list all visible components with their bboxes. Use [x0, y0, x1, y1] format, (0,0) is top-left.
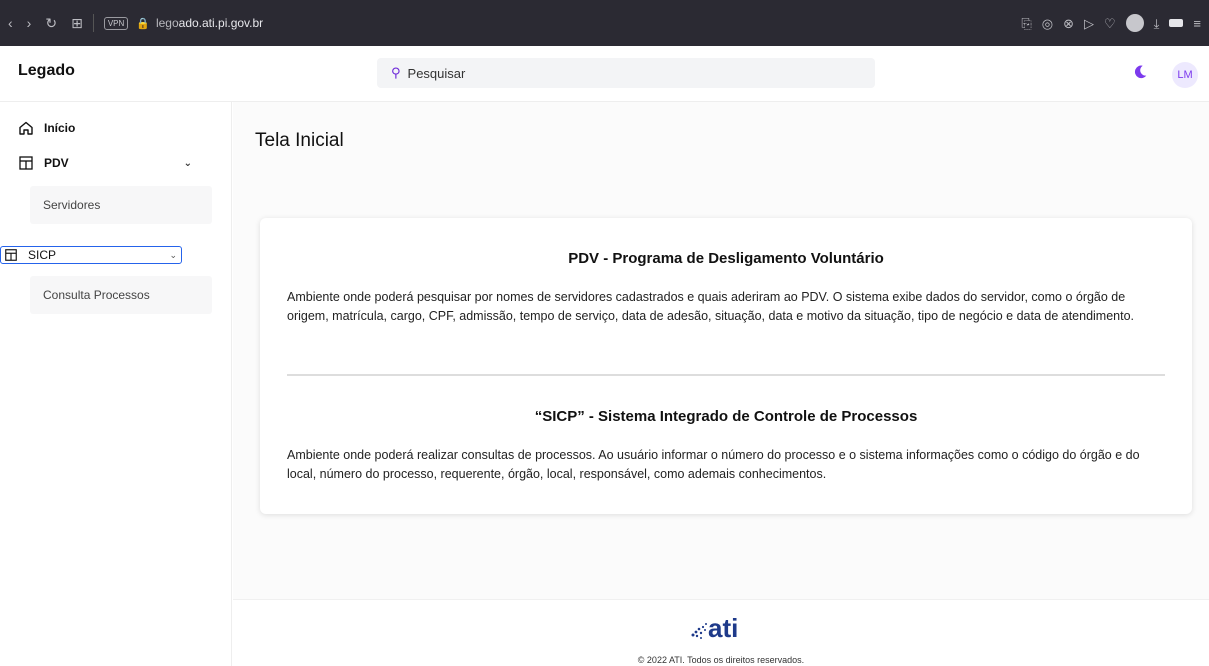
- app-logo[interactable]: Legado: [18, 62, 75, 80]
- menu-icon[interactable]: ≡: [1193, 17, 1201, 30]
- moon-icon[interactable]: [1131, 63, 1149, 81]
- download-icon[interactable]: ⤓: [1154, 17, 1160, 30]
- home-icon: [19, 121, 33, 135]
- sidebar-item-pdv[interactable]: PDV ⌄: [18, 155, 214, 171]
- sidebar-item-label: Início: [44, 121, 76, 135]
- battery-icon: [1169, 19, 1184, 27]
- footer: ati © 2022 ATI. Todos os direitos reserv…: [233, 599, 1209, 666]
- search-box[interactable]: ⚲: [377, 58, 875, 88]
- chevron-down-icon[interactable]: ⌄: [184, 158, 192, 169]
- shield-icon[interactable]: ⊗: [1063, 17, 1074, 30]
- sidebar-item-consulta-processos[interactable]: Consulta Processos: [30, 276, 212, 314]
- sidebar-item-label: PDV: [44, 156, 69, 170]
- table-icon: [19, 156, 33, 170]
- back-icon[interactable]: ‹: [8, 16, 13, 30]
- main-content: Tela Inicial PDV - Programa de Desligame…: [233, 102, 1209, 599]
- camera-icon[interactable]: ◎: [1042, 17, 1053, 30]
- footer-logo-text: ati: [708, 613, 738, 642]
- search-input[interactable]: [407, 65, 848, 81]
- url-prefix: lego: [155, 16, 179, 30]
- browser-toolbar: ‹ › ↻ ⊞ VPN 🔒 legoado.ati.pi.gov.br ⎘ ◎ …: [0, 0, 1209, 46]
- section-text-pdv: Ambiente onde poderá pesquisar por nomes…: [287, 290, 1135, 323]
- search-icon: ⚲: [391, 65, 401, 80]
- url-domain: ado.ati.pi.gov.br: [178, 16, 264, 30]
- section-heading-pdv: PDV - Programa de Desligamento Voluntári…: [568, 250, 884, 267]
- chevron-down-icon[interactable]: ⌄: [169, 250, 177, 261]
- sidebar-item-inicio[interactable]: Início: [18, 120, 75, 136]
- avatar[interactable]: LM: [1172, 62, 1198, 88]
- section-heading-sicp: “SICP” - Sistema Integrado de Controle d…: [534, 408, 918, 425]
- info-card: PDV - Programa de Desligamento Voluntári…: [260, 218, 1192, 514]
- sidebar: Início PDV ⌄ Servidores SICP ⌄ Consulta …: [0, 102, 232, 666]
- share-icon[interactable]: ⎘: [1021, 17, 1031, 30]
- table-icon: [5, 249, 17, 261]
- reload-icon[interactable]: ↻: [45, 16, 57, 30]
- sidebar-item-label: SICP: [28, 248, 57, 262]
- profile-icon[interactable]: [1125, 14, 1144, 32]
- section-divider: [287, 374, 1165, 376]
- ati-logo: ati: [691, 613, 738, 642]
- grid-icon[interactable]: ⊞: [71, 16, 83, 30]
- lock-icon: 🔒: [136, 17, 150, 30]
- vpn-badge[interactable]: VPN: [103, 16, 129, 30]
- heart-icon[interactable]: ♡: [1104, 17, 1116, 30]
- address-bar[interactable]: legoado.ati.pi.gov.br: [156, 16, 263, 30]
- page-title: Tela Inicial: [255, 130, 344, 151]
- sidebar-item-sicp[interactable]: SICP ⌄: [0, 246, 182, 264]
- toolbar-divider: [92, 14, 94, 32]
- app-header: Legado ⚲ LM: [0, 46, 1209, 102]
- copyright: © 2022 ATI. Todos os direitos reservados…: [637, 655, 805, 665]
- forward-icon[interactable]: ›: [27, 16, 32, 30]
- sidebar-item-servidores[interactable]: Servidores: [30, 186, 212, 224]
- section-text-sicp: Ambiente onde poderá realizar consultas …: [287, 448, 1140, 481]
- play-icon[interactable]: ▷: [1084, 17, 1094, 30]
